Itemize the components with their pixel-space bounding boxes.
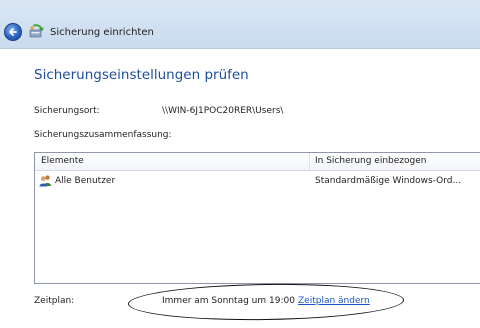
schedule-label: Zeitplan:: [34, 296, 75, 306]
highlight-ellipse: [127, 282, 405, 322]
back-arrow-icon: [9, 28, 17, 36]
column-header-items[interactable]: Elemente: [41, 156, 84, 166]
title-bar: Sicherung einrichten: [0, 0, 480, 49]
backup-location-value: \\WIN-6J1POC20RER\Users\: [162, 106, 284, 116]
wizard-title: Sicherung einrichten: [50, 27, 154, 38]
backup-location-label: Sicherungsort:: [34, 106, 100, 116]
backup-icon: [29, 24, 44, 38]
backup-summary-label: Sicherungszusammenfassung:: [34, 130, 172, 140]
item-name: Alle Benutzer: [55, 176, 116, 186]
list-header: Elemente In Sicherung einbezogen: [35, 153, 480, 171]
back-button[interactable]: [4, 23, 22, 41]
users-icon: [39, 175, 51, 187]
backup-items-list[interactable]: Elemente In Sicherung einbezogen Alle Be…: [34, 152, 480, 284]
list-item[interactable]: Alle Benutzer Standardmäßige Windows-Ord…: [35, 174, 480, 188]
page-heading: Sicherungseinstellungen prüfen: [34, 67, 249, 83]
column-header-included[interactable]: In Sicherung einbezogen: [315, 156, 426, 166]
column-separator[interactable]: [309, 153, 310, 170]
item-included: Standardmäßige Windows-Ord...: [315, 176, 462, 186]
